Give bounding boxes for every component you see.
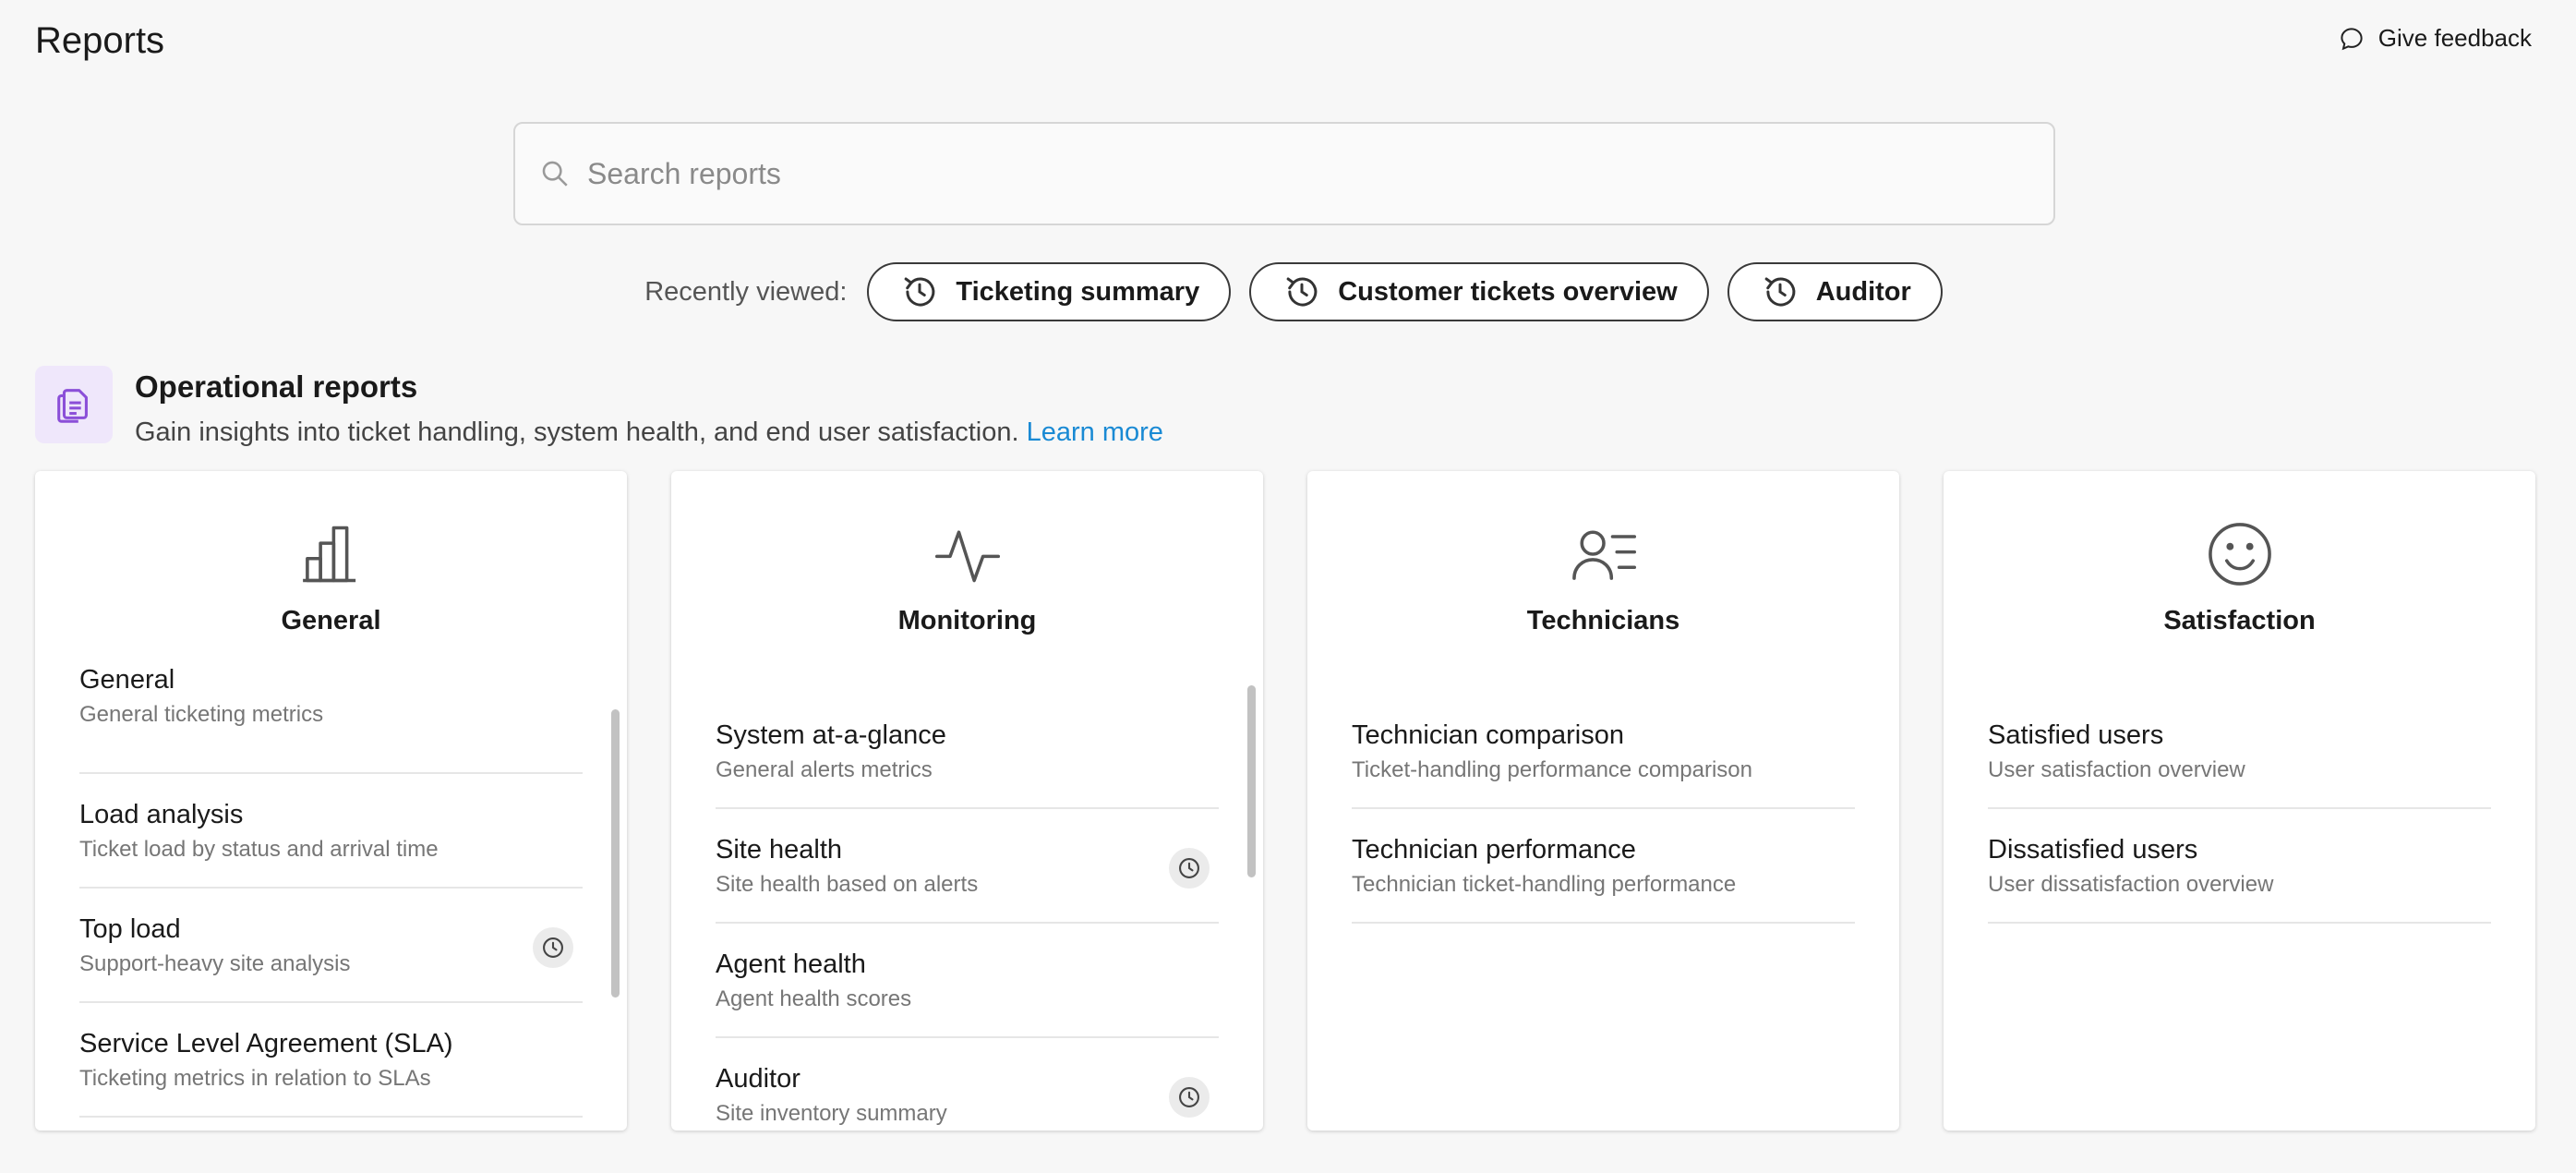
give-feedback-label: Give feedback <box>2377 24 2532 52</box>
history-icon <box>1764 277 1796 307</box>
item-title: Technician comparison <box>1352 720 1624 750</box>
item-subtitle: Agent health scores <box>716 986 912 1012</box>
card-title: Technicians <box>1526 606 1680 635</box>
bar-chart-icon <box>302 526 355 583</box>
item-subtitle: Ticket-handling performance comparison <box>1352 757 1752 783</box>
recently-viewed-bar: Recently viewed: Ticketing summary Custo… <box>0 262 2576 321</box>
recently-viewed-label: Recently viewed: <box>644 276 848 307</box>
report-item-load-analysis[interactable]: Load analysis Ticket load by status and … <box>79 774 583 889</box>
card-satisfaction: Satisfaction Satisfied users User satisf… <box>1944 471 2535 1131</box>
reports-document-icon <box>35 366 113 443</box>
item-title: Site health <box>716 835 843 865</box>
card-list[interactable]: System at-a-glance General alerts metric… <box>716 669 1219 1131</box>
card-monitoring: Monitoring System at-a-glance General al… <box>671 471 1263 1131</box>
recent-chip-auditor[interactable]: Auditor <box>1727 262 1943 321</box>
recently-viewed-clock-icon <box>1169 1077 1210 1118</box>
recently-viewed-clock-icon <box>1169 848 1210 889</box>
item-subtitle: General ticketing metrics <box>79 702 324 728</box>
speech-bubble-icon <box>2341 27 2363 50</box>
report-item-technician-performance[interactable]: Technician performance Technician ticket… <box>1352 809 1855 924</box>
item-subtitle: User dissatisfaction overview <box>1988 872 2274 898</box>
card-list[interactable]: Satisfied users User satisfaction overvi… <box>1988 669 2491 1131</box>
item-title: Top load <box>79 914 181 944</box>
card-list[interactable]: Technician comparison Ticket-handling pe… <box>1352 669 1855 1131</box>
report-item-agent-health[interactable]: Agent health Agent health scores <box>716 924 1219 1038</box>
item-subtitle: Site inventory summary <box>716 1101 947 1127</box>
report-item-general[interactable]: General General ticketing metrics <box>79 669 583 774</box>
report-item-top-load[interactable]: Top load Support-heavy site analysis <box>79 889 583 1003</box>
section-description: Gain insights into ticket handling, syst… <box>135 417 1163 448</box>
user-list-icon <box>1571 530 1636 580</box>
item-title: System at-a-glance <box>716 720 946 750</box>
item-title: Dissatisfied users <box>1988 835 2198 865</box>
recent-chip-ticketing-summary[interactable]: Ticketing summary <box>867 262 1232 321</box>
search-icon <box>542 161 568 187</box>
item-title: Load analysis <box>79 800 244 829</box>
report-item-site-health[interactable]: Site health Site health based on alerts <box>716 809 1219 924</box>
card-scrollbar[interactable] <box>611 709 620 998</box>
card-title: Monitoring <box>897 606 1037 635</box>
card-general: General General General ticketing metric… <box>35 471 627 1131</box>
item-subtitle: Site health based on alerts <box>716 872 979 898</box>
recently-viewed-clock-icon <box>533 927 573 968</box>
recent-chip-label: Auditor <box>1815 276 1911 307</box>
operational-reports-header: Operational reports Gain insights into t… <box>35 366 1163 448</box>
recent-chip-customer-tickets-overview[interactable]: Customer tickets overview <box>1249 262 1709 321</box>
report-item-satisfied-users[interactable]: Satisfied users User satisfaction overvi… <box>1988 669 2491 809</box>
report-item-dissatisfied-users[interactable]: Dissatisfied users User dissatisfaction … <box>1988 809 2491 924</box>
report-item-auditor[interactable]: Auditor Site inventory summary <box>716 1038 1219 1131</box>
item-title: Satisfied users <box>1988 720 2164 750</box>
card-list[interactable]: General General ticketing metrics Load a… <box>79 669 583 1131</box>
item-title: Technician performance <box>1352 835 1636 865</box>
smiley-icon <box>2208 523 2271 586</box>
search-input[interactable] <box>587 156 1972 191</box>
item-title: Service Level Agreement (SLA) <box>79 1029 453 1058</box>
item-subtitle: Support-heavy site analysis <box>79 951 351 977</box>
item-subtitle: General alerts metrics <box>716 757 933 783</box>
item-subtitle: User satisfaction overview <box>1988 757 2245 783</box>
report-cards: General General General ticketing metric… <box>35 471 2535 1131</box>
history-icon <box>905 277 935 307</box>
item-subtitle: Ticketing metrics in relation to SLAs <box>79 1066 431 1092</box>
item-subtitle: Ticket load by status and arrival time <box>79 837 439 863</box>
report-item-system-at-a-glance[interactable]: System at-a-glance General alerts metric… <box>716 669 1219 809</box>
page-title: Reports <box>35 20 165 61</box>
section-description-text: Gain insights into ticket handling, syst… <box>135 417 1019 447</box>
give-feedback-button[interactable]: Give feedback <box>2338 24 2532 53</box>
report-item-sla[interactable]: Service Level Agreement (SLA) Ticketing … <box>79 1003 583 1118</box>
recent-chip-label: Ticketing summary <box>956 276 1200 307</box>
report-item-technician-comparison[interactable]: Technician comparison Ticket-handling pe… <box>1352 669 1855 809</box>
history-icon <box>1286 277 1318 307</box>
learn-more-link[interactable]: Learn more <box>1027 417 1163 447</box>
pulse-icon <box>934 530 1000 583</box>
item-title: Agent health <box>716 949 866 979</box>
card-title: General <box>281 606 381 635</box>
card-title: Satisfaction <box>2163 606 2316 635</box>
card-scrollbar[interactable] <box>1247 685 1256 877</box>
recent-chip-label: Customer tickets overview <box>1338 276 1678 307</box>
item-title: Auditor <box>716 1064 800 1094</box>
item-title: General <box>79 669 175 695</box>
section-title: Operational reports <box>135 369 418 404</box>
card-technicians: Technicians Technician comparison Ticket… <box>1307 471 1899 1131</box>
search-box[interactable] <box>513 122 2055 225</box>
item-subtitle: Technician ticket-handling performance <box>1352 872 1737 898</box>
